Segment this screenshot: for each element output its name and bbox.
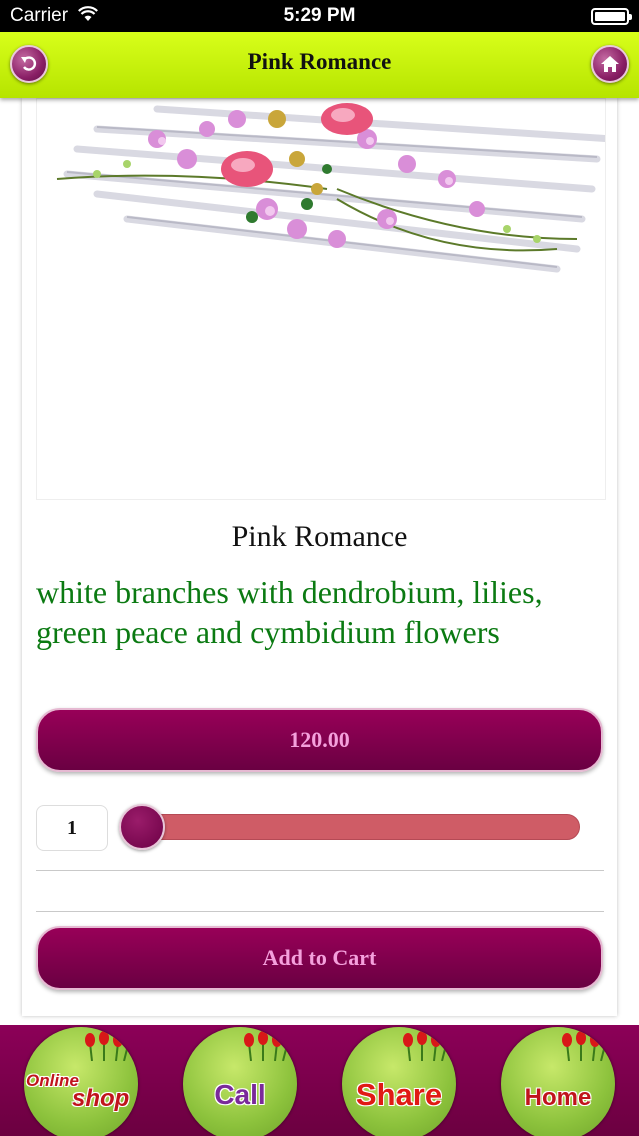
online-shop-tab[interactable]: Online shop — [24, 1027, 138, 1136]
tulips-icon — [85, 1031, 132, 1061]
divider — [36, 911, 604, 912]
share-tab[interactable]: Share — [342, 1027, 456, 1136]
tulips-icon — [244, 1031, 291, 1061]
battery-icon — [591, 8, 632, 25]
divider — [36, 870, 604, 871]
tab-label-share: Share — [355, 1077, 443, 1112]
tab-label-home: Home — [524, 1084, 592, 1111]
call-tab[interactable]: Call — [183, 1027, 297, 1136]
home-icon — [601, 56, 619, 72]
tulips-icon — [403, 1031, 450, 1061]
page-title: Pink Romance — [247, 49, 392, 74]
add-to-cart-button[interactable]: Add to Cart — [36, 926, 603, 990]
product-image — [36, 98, 606, 500]
tulips-icon — [562, 1031, 609, 1061]
home-tab[interactable]: Home — [501, 1027, 615, 1136]
quantity-field[interactable]: 1 — [36, 805, 108, 851]
clock: 5:29 PM — [283, 5, 356, 26]
bottom-tab-bar: Online shop Call Share Home — [0, 1025, 639, 1136]
quantity-slider-track[interactable] — [122, 814, 580, 840]
quantity-slider-thumb[interactable] — [119, 804, 165, 850]
status-bar: Carrier 5:29 PM — [0, 0, 639, 32]
flower-arrangement-image — [56, 103, 605, 273]
nav-bar: Pink Romance — [0, 32, 639, 98]
tab-label-online: Online — [26, 1071, 79, 1090]
tab-label-call: Call — [214, 1079, 266, 1110]
product-card: Pink Romance white branches with dendrob… — [22, 98, 617, 1016]
tab-label-shop: shop — [72, 1085, 130, 1112]
home-button[interactable] — [591, 45, 629, 83]
product-description: white branches with dendrobium, lilies, … — [36, 574, 543, 650]
product-title: Pink Romance — [231, 520, 408, 553]
price-button[interactable]: 120.00 — [36, 708, 603, 772]
